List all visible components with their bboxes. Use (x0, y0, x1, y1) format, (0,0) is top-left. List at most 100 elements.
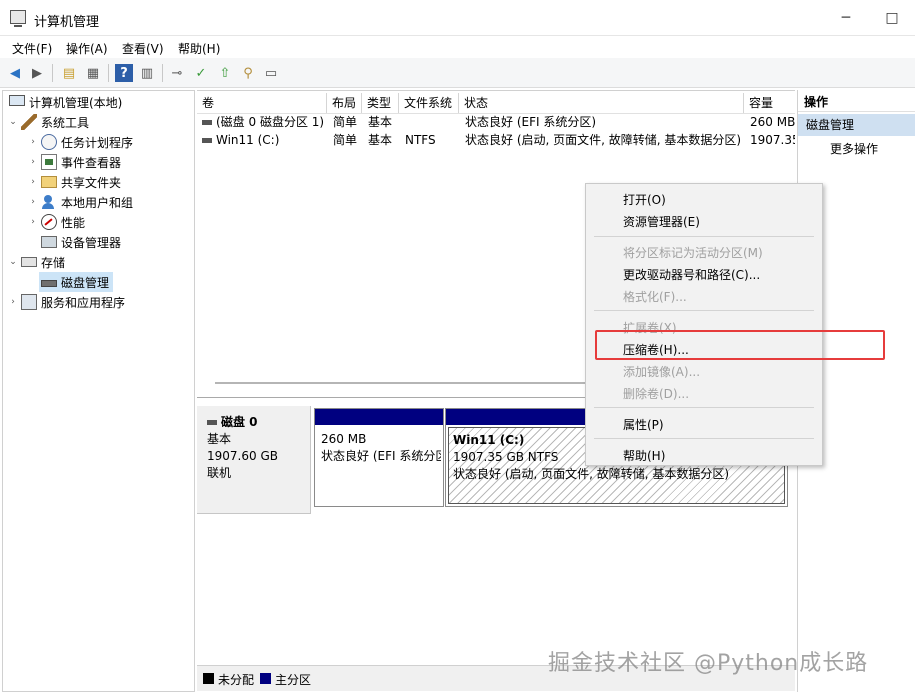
tree-item-event-viewer[interactable]: › 事件查看器 (27, 152, 121, 172)
chevron-right-icon[interactable]: › (27, 197, 39, 207)
column-header-volume[interactable]: 卷 (197, 93, 327, 113)
legend-label-unallocated: 未分配 (218, 673, 255, 687)
disk-name-row: 磁盘 0 (207, 414, 310, 431)
table-cell-status: 状态良好 (EFI 系统分区) (465, 115, 597, 129)
column-header-status[interactable]: 状态 (459, 93, 744, 113)
chevron-right-icon[interactable]: › (27, 217, 39, 227)
maximize-button[interactable]: □ (869, 0, 915, 36)
legend-swatch-primary (260, 673, 271, 684)
tree-item-local-users[interactable]: › 本地用户和组 (27, 192, 133, 212)
highlight-annotation (595, 330, 885, 360)
tree-item-system-tools[interactable]: ⌄ 系统工具 (7, 112, 89, 132)
tree-item-device-manager[interactable]: 设备管理器 (39, 232, 121, 252)
column-header-filesystem[interactable]: 文件系统 (399, 93, 459, 113)
toolbar-separator (108, 64, 109, 82)
table-cell-status: 状态良好 (启动, 页面文件, 故障转储, 基本数据分区) (465, 133, 742, 147)
help-icon[interactable]: ? (115, 64, 133, 82)
table-row-volume[interactable]: Win11 (C:) (202, 131, 279, 149)
connect-icon[interactable]: ⊸ (168, 64, 186, 82)
storage-icon (21, 257, 37, 267)
actions-section-disk-management[interactable]: 磁盘管理 (798, 114, 915, 136)
menu-item-properties[interactable]: 属性(P) (623, 416, 664, 433)
tools-icon (21, 114, 37, 130)
navigation-tree: 计算机管理(本地) ⌄ 系统工具 › 任务计划程序 › 事件查看器 › 共享文件… (2, 90, 195, 692)
search-icon[interactable]: ⚲ (239, 64, 257, 82)
show-hide-tree-icon[interactable]: ▦ (84, 64, 102, 82)
disk-size: 1907.60 GB (207, 449, 278, 463)
context-menu: 打开(O) 资源管理器(E) 将分区标记为活动分区(M) 更改驱动器号和路径(C… (585, 183, 823, 466)
menu-file[interactable]: 文件(F) (12, 40, 52, 57)
window-title: 计算机管理 (34, 15, 100, 30)
table-cell-layout: 简单 (333, 115, 358, 129)
menu-item-help[interactable]: 帮助(H) (623, 447, 665, 464)
computer-management-icon (10, 10, 26, 27)
tree-item-root[interactable]: 计算机管理(本地) (7, 92, 122, 112)
disk-info-panel[interactable]: 磁盘 0 基本 1907.60 GB 联机 (197, 406, 311, 514)
check-icon[interactable]: ✓ (192, 64, 210, 82)
more-actions-link[interactable]: 更多操作 (830, 140, 878, 157)
tree-item-storage[interactable]: ⌄ 存储 (7, 252, 65, 272)
legend-swatch-unallocated (203, 673, 214, 684)
menu-separator (594, 236, 814, 237)
menu-separator (594, 310, 814, 311)
tree-item-performance[interactable]: › 性能 (27, 212, 85, 232)
table-cell-type: 基本 (368, 133, 393, 147)
disk-state: 联机 (207, 466, 232, 480)
menu-separator (594, 407, 814, 408)
chevron-right-icon[interactable]: › (7, 297, 19, 307)
title-bar: 计算机管理 ─ □ (0, 0, 915, 36)
column-header-type[interactable]: 类型 (362, 93, 399, 113)
computer-icon (9, 95, 25, 106)
table-cell-type: 基本 (368, 115, 393, 129)
actions-title: 操作 (798, 92, 915, 112)
partition-body: 260 MB 状态良好 (EFI 系统分区) (321, 432, 441, 463)
volume-icon (202, 138, 212, 143)
toolbar-separator (162, 64, 163, 82)
column-header-capacity[interactable]: 容量 (744, 93, 795, 113)
chevron-down-icon[interactable]: ⌄ (7, 117, 19, 127)
tree-item-disk-management[interactable]: 磁盘管理 (39, 272, 114, 292)
partition-efi[interactable]: 260 MB 状态良好 (EFI 系统分区) (314, 408, 444, 507)
column-header-layout[interactable]: 布局 (327, 93, 362, 113)
event-log-icon (41, 154, 57, 170)
chevron-right-icon[interactable]: › (27, 157, 39, 167)
disk-icon (207, 420, 217, 425)
device-manager-icon (41, 236, 57, 248)
partition-bar (315, 409, 443, 425)
back-icon[interactable]: ◀ (6, 64, 24, 82)
table-cell-layout: 简单 (333, 133, 358, 147)
up-folder-icon[interactable]: ▤ (60, 64, 78, 82)
forward-icon[interactable]: ▶ (28, 64, 46, 82)
menu-item-add-mirror: 添加镜像(A)... (623, 365, 701, 379)
menu-item-explorer[interactable]: 资源管理器(E) (623, 213, 700, 230)
table-cell-capacity: 1907.35 (750, 133, 795, 147)
menu-item-format: 格式化(F)... (623, 290, 687, 304)
disk-kind: 基本 (207, 432, 232, 446)
performance-icon (41, 214, 57, 230)
tree-item-shared-folders[interactable]: › 共享文件夹 (27, 172, 121, 192)
chevron-right-icon[interactable]: › (27, 177, 39, 187)
toolbar: ◀ ▶ ▤ ▦ ? ▥ ⊸ ✓ ⇧ ⚲ ▭ (0, 58, 915, 88)
menu-action[interactable]: 操作(A) (66, 40, 108, 57)
properties-icon[interactable]: ▥ (138, 64, 156, 82)
menu-item-delete-volume: 删除卷(D)... (623, 387, 690, 401)
chevron-right-icon[interactable]: › (27, 137, 39, 147)
minimize-button[interactable]: ─ (823, 0, 869, 36)
upload-icon[interactable]: ⇧ (216, 64, 234, 82)
volume-icon (202, 120, 212, 125)
services-icon (21, 294, 37, 310)
settings-icon[interactable]: ▭ (262, 64, 280, 82)
tree-item-services-apps[interactable]: › 服务和应用程序 (7, 292, 125, 312)
menu-item-open[interactable]: 打开(O) (623, 191, 666, 208)
table-row-volume[interactable]: (磁盘 0 磁盘分区 1) (202, 113, 324, 131)
users-icon (41, 194, 57, 210)
menu-separator (594, 438, 814, 439)
chevron-down-icon[interactable]: ⌄ (7, 257, 19, 267)
menu-item-change-drive-letter[interactable]: 更改驱动器号和路径(C)... (623, 266, 760, 283)
table-cell-filesystem: NTFS (405, 133, 436, 147)
shared-folder-icon (41, 176, 57, 188)
menu-help[interactable]: 帮助(H) (178, 40, 220, 57)
tree-item-task-scheduler[interactable]: › 任务计划程序 (27, 132, 133, 152)
menu-view[interactable]: 查看(V) (122, 40, 164, 57)
clock-icon (41, 134, 57, 150)
